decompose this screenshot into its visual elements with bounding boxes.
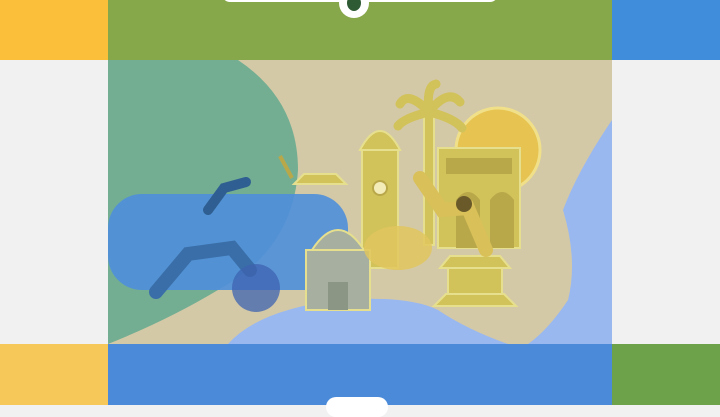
bottom-left-yellow-block xyxy=(0,344,108,405)
bottom-right-green-block xyxy=(612,344,720,405)
culture-landmarks-illustration xyxy=(108,60,612,344)
pill-icon[interactable] xyxy=(326,397,388,417)
bottom-center-blue-band xyxy=(108,344,612,405)
right-gray-panel xyxy=(612,60,720,344)
left-gray-panel xyxy=(0,60,108,344)
top-right-blue-block xyxy=(612,0,720,60)
top-left-yellow-block xyxy=(0,0,108,60)
